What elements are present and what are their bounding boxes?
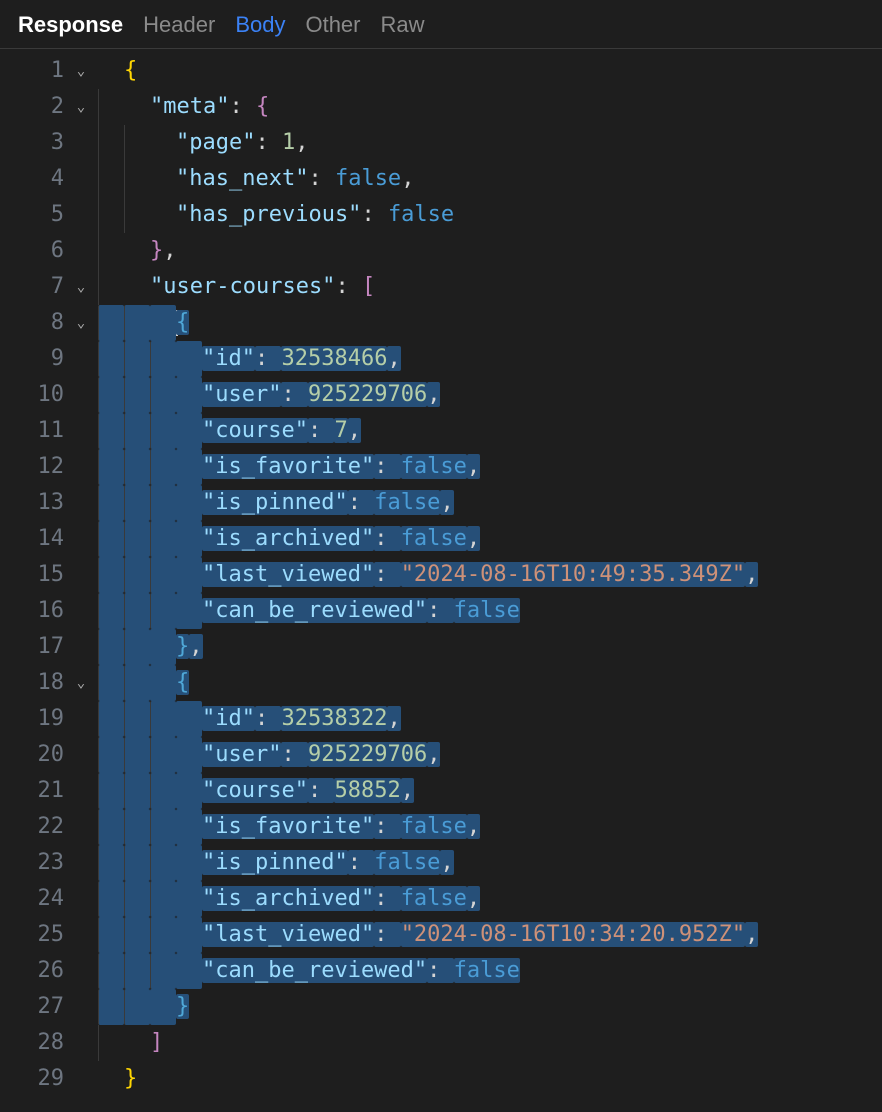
fold-icon[interactable]: ⌄ — [70, 305, 92, 341]
line-number: 23 — [30, 845, 64, 881]
fold-icon[interactable]: ⌄ — [70, 53, 92, 89]
line-number: 3 — [30, 125, 64, 161]
line-number: 5 — [30, 197, 64, 233]
tab-body[interactable]: Body — [235, 12, 285, 38]
response-tabs: Response Header Body Other Raw — [0, 0, 882, 49]
line-gutter: 1⌄ 2⌄ 3⌄ 4⌄ 5⌄ 6⌄ 7⌄ 8⌄ 9⌄ 10⌄ 11⌄ 12⌄ 1… — [0, 53, 98, 1112]
line-number: 9 — [30, 341, 64, 377]
line-number: 25 — [30, 917, 64, 953]
fold-icon[interactable]: ⌄ — [70, 269, 92, 305]
line-number: 16 — [30, 593, 64, 629]
line-number: 18 — [30, 665, 64, 701]
line-number: 1 — [30, 53, 64, 89]
line-number: 24 — [30, 881, 64, 917]
json-editor[interactable]: 1⌄ 2⌄ 3⌄ 4⌄ 5⌄ 6⌄ 7⌄ 8⌄ 9⌄ 10⌄ 11⌄ 12⌄ 1… — [0, 49, 882, 1112]
code-area[interactable]: { "meta": { "page": 1, "has_next": false… — [98, 53, 882, 1112]
line-number: 29 — [30, 1061, 64, 1097]
line-number: 4 — [30, 161, 64, 197]
line-number: 22 — [30, 809, 64, 845]
panel-title: Response — [18, 12, 123, 38]
line-number: 10 — [30, 377, 64, 413]
line-number: 20 — [30, 737, 64, 773]
line-number: 6 — [30, 233, 64, 269]
line-number: 17 — [30, 629, 64, 665]
line-number: 21 — [30, 773, 64, 809]
response-panel: Response Header Body Other Raw 1⌄ 2⌄ 3⌄ … — [0, 0, 882, 1112]
line-number: 28 — [30, 1025, 64, 1061]
line-number: 2 — [30, 89, 64, 125]
line-number: 11 — [30, 413, 64, 449]
line-number: 27 — [30, 989, 64, 1025]
line-number: 13 — [30, 485, 64, 521]
tab-header[interactable]: Header — [143, 12, 215, 38]
line-number: 14 — [30, 521, 64, 557]
fold-icon[interactable]: ⌄ — [70, 89, 92, 125]
tab-raw[interactable]: Raw — [381, 12, 425, 38]
line-number: 26 — [30, 953, 64, 989]
fold-icon[interactable]: ⌄ — [70, 665, 92, 701]
line-number: 7 — [30, 269, 64, 305]
tab-other[interactable]: Other — [305, 12, 360, 38]
line-number: 19 — [30, 701, 64, 737]
line-number: 15 — [30, 557, 64, 593]
line-number: 12 — [30, 449, 64, 485]
line-number: 8 — [30, 305, 64, 341]
